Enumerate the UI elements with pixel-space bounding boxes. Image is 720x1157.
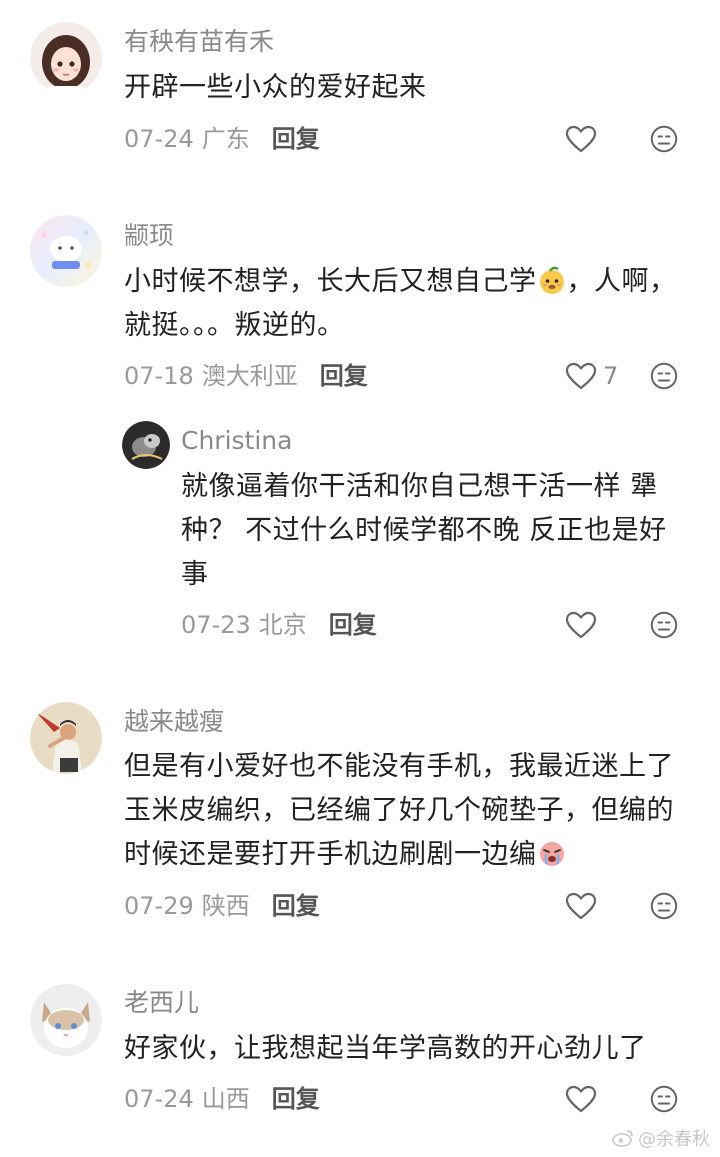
username[interactable]: 越来越瘦 <box>124 707 224 737</box>
comment-meta: 07-29 陕西 回复 <box>124 891 320 921</box>
comment-location: 陕西 <box>201 892 250 920</box>
username[interactable]: 有秧有苗有禾 <box>124 27 274 57</box>
comment-date: 07-18 <box>124 362 194 390</box>
comment-text: 好家伙，让我想起当年学高数的开心劲儿了 <box>124 1033 647 1064</box>
like-button[interactable] <box>565 1084 597 1114</box>
heart-outline-icon <box>565 1084 597 1114</box>
meh-face-icon <box>650 892 678 920</box>
like-button[interactable] <box>565 124 597 154</box>
comment-location: 广东 <box>201 125 250 153</box>
comment-meta: 07-24 广东 回复 <box>124 124 320 154</box>
avatar[interactable] <box>30 22 102 94</box>
avatar[interactable] <box>122 421 170 469</box>
reply-button[interactable]: 回复 <box>272 891 320 921</box>
comment-date: 07-29 <box>124 892 194 920</box>
comment-text-part: 小时候不想学，长大后又想自己学 <box>124 266 537 297</box>
watermark: @余春秋 <box>612 1125 710 1151</box>
reply-button[interactable]: 回复 <box>320 361 368 391</box>
dislike-button[interactable] <box>650 611 678 639</box>
like-button[interactable]: 7 <box>565 361 618 391</box>
comment-location: 山西 <box>201 1085 250 1113</box>
like-button[interactable] <box>565 891 597 921</box>
comment-location: 澳大利亚 <box>201 362 298 390</box>
comment-text: 但是有小爱好也不能没有手机，我最近迷上了玉米皮编织，已经编了好几个碗垫子，但编的… <box>124 745 689 877</box>
dislike-button[interactable] <box>650 892 678 920</box>
heart-outline-icon <box>565 610 597 640</box>
comment-text-part: 但是有小爱好也不能没有手机，我最近迷上了玉米皮编织，已经编了好几个碗垫子，但编的… <box>124 751 674 870</box>
dislike-button[interactable] <box>650 362 678 390</box>
comment-text: 小时候不想学，长大后又想自己学 ，人啊，就挺。。。叛逆的。 <box>124 260 689 348</box>
reply-button[interactable]: 回复 <box>272 124 320 154</box>
username[interactable]: 颛顼 <box>124 221 174 251</box>
dislike-button[interactable] <box>650 1085 678 1113</box>
reply-button[interactable]: 回复 <box>272 1084 320 1114</box>
avatar[interactable] <box>30 702 102 774</box>
meh-face-icon <box>650 611 678 639</box>
comment-meta: 07-23 北京 回复 <box>181 610 377 640</box>
avatar[interactable] <box>30 215 102 287</box>
heart-outline-icon <box>565 361 597 391</box>
comment-date: 07-24 <box>124 1085 194 1113</box>
like-count: 7 <box>603 362 619 390</box>
username[interactable]: Christina <box>181 426 292 456</box>
mango-emoji-icon <box>537 265 567 295</box>
crying-emoji-icon <box>537 838 567 868</box>
meh-face-icon <box>650 125 678 153</box>
comment-location: 北京 <box>258 611 307 639</box>
heart-outline-icon <box>565 124 597 154</box>
comment-text: 开辟一些小众的爱好起来 <box>124 72 427 103</box>
watermark-text: @余春秋 <box>638 1129 710 1150</box>
comment-meta: 07-18 澳大利亚 回复 <box>124 361 368 391</box>
meh-face-icon <box>650 362 678 390</box>
like-button[interactable] <box>565 610 597 640</box>
avatar[interactable] <box>30 984 102 1056</box>
comment-text: 就像逼着你干活和你自己想干活一样 犟种？ 不过什么时候学都不晚 反正也是好事 <box>181 471 667 590</box>
weibo-logo-icon <box>612 1129 634 1147</box>
comment-date: 07-24 <box>124 125 194 153</box>
comment-date: 07-23 <box>181 611 251 639</box>
reply-button[interactable]: 回复 <box>329 610 377 640</box>
username[interactable]: 老西儿 <box>124 988 199 1018</box>
comment-meta: 07-24 山西 回复 <box>124 1084 320 1114</box>
dislike-button[interactable] <box>650 125 678 153</box>
heart-outline-icon <box>565 891 597 921</box>
meh-face-icon <box>650 1085 678 1113</box>
